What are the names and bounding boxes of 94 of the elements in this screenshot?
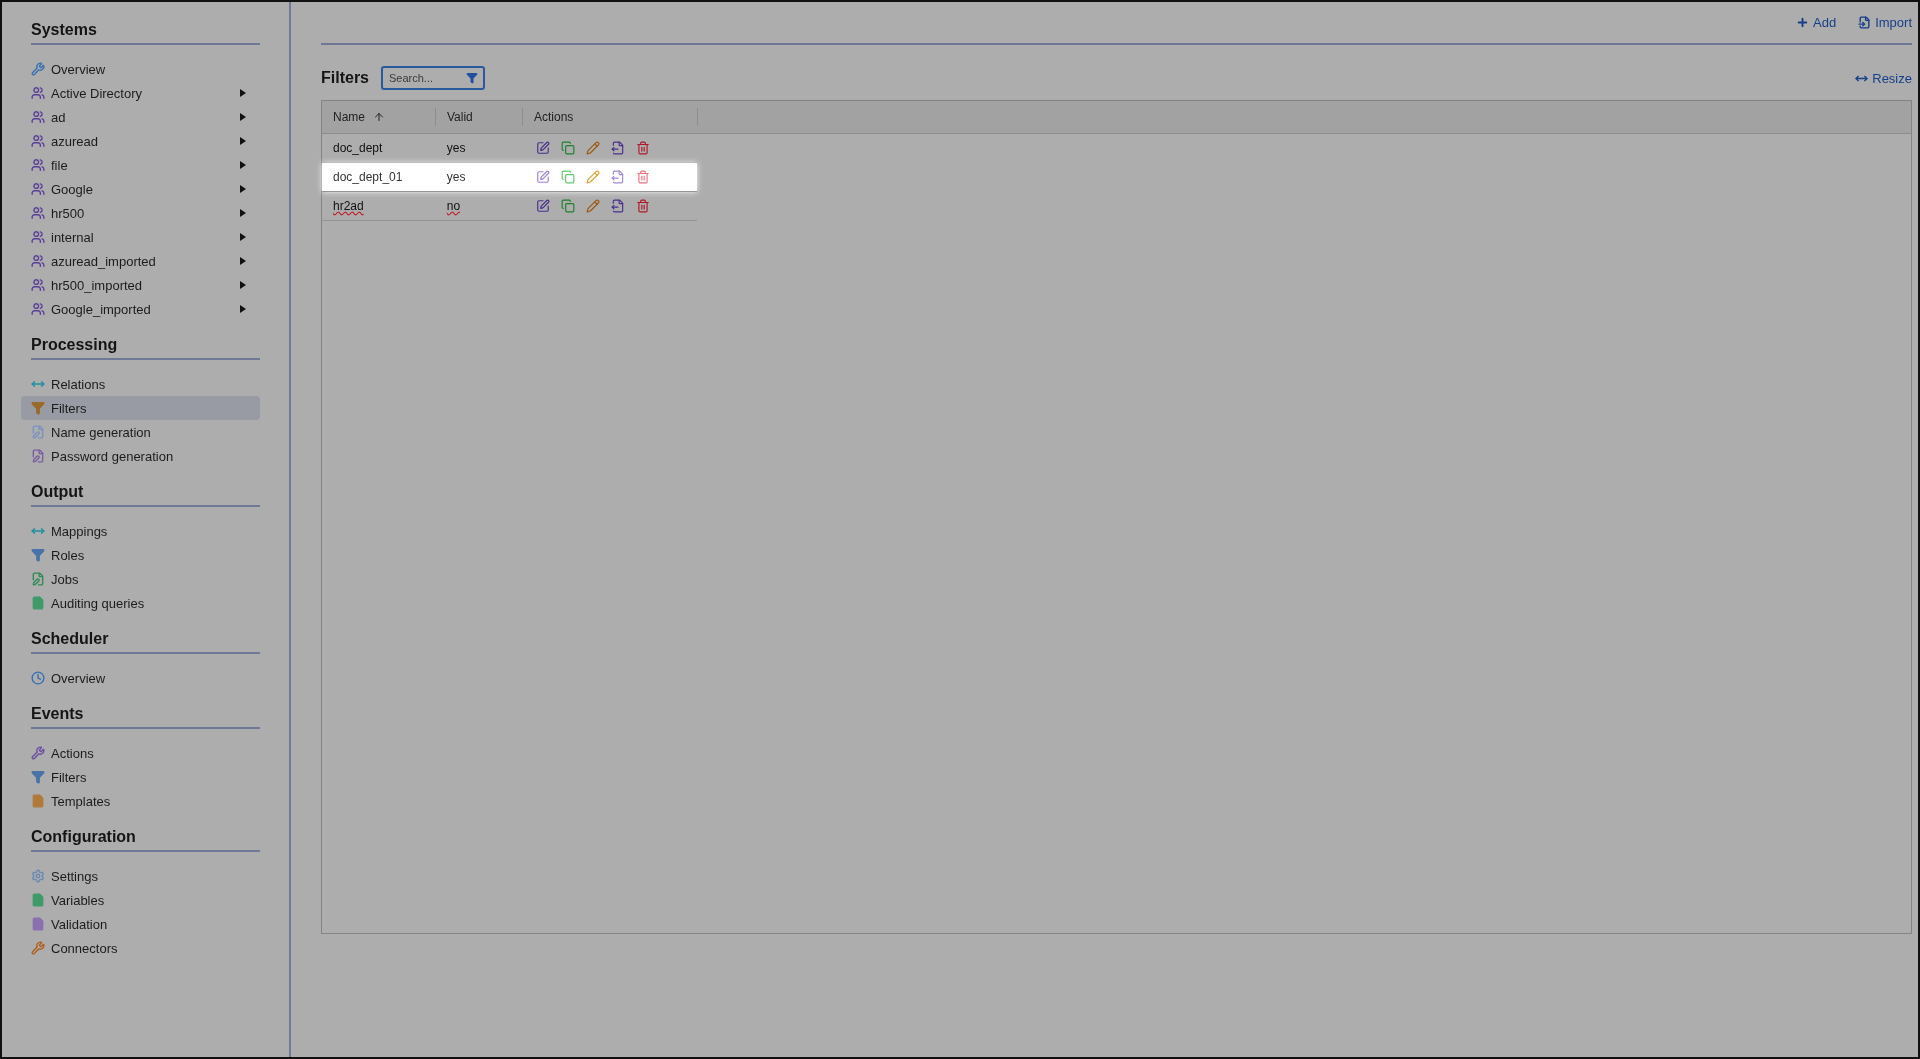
section-heading: Configuration: [31, 824, 260, 852]
pencil-button[interactable]: [586, 141, 601, 155]
sidebar-item[interactable]: hr500_imported: [21, 273, 260, 297]
trash-button[interactable]: [636, 170, 651, 184]
sidebar-item[interactable]: Filters: [21, 765, 260, 789]
sidebar-item[interactable]: Actions: [21, 741, 260, 765]
sidebar-label: Variables: [51, 892, 106, 908]
sidebar-label: Roles: [51, 547, 86, 563]
sidebar-label: Templates: [51, 793, 112, 809]
sidebar-item[interactable]: Google: [21, 177, 260, 201]
sidebar-label: Overview: [51, 61, 107, 77]
sidebar-item[interactable]: azuread: [21, 129, 260, 153]
sidebar-item[interactable]: Password generation: [21, 444, 260, 468]
sidebar-label: Actions: [51, 745, 95, 761]
page-title: Filters: [321, 69, 369, 87]
section-heading: Output: [31, 479, 260, 507]
sidebar-label: Validation: [51, 916, 109, 932]
table-row[interactable]: doc_dept_01 yes: [322, 163, 697, 192]
sidebar-item[interactable]: file: [21, 153, 260, 177]
sidebar-label: file: [51, 157, 69, 173]
column-header[interactable]: Actions: [523, 108, 698, 126]
resize-link[interactable]: Resize: [1855, 70, 1912, 86]
sidebar-label: azuread_imported: [51, 253, 157, 269]
sidebar-item[interactable]: Templates: [21, 789, 260, 813]
edit-button[interactable]: [536, 170, 551, 184]
sidebar-item[interactable]: internal: [21, 225, 260, 249]
import-link[interactable]: Import: [1858, 15, 1912, 30]
sidebar-label: Auditing queries: [51, 595, 146, 611]
sidebar-item[interactable]: Active Directory: [21, 81, 260, 105]
sidebar-item[interactable]: Auditing queries: [21, 591, 260, 615]
sidebar-item[interactable]: Jobs: [21, 567, 260, 591]
sidebar-label: Filters: [51, 400, 88, 416]
sidebar-item[interactable]: Overview: [21, 666, 260, 690]
sidebar-item[interactable]: Roles: [21, 543, 260, 567]
file-import-icon: [1858, 16, 1872, 29]
copy-button[interactable]: [561, 199, 576, 213]
section-heading: Scheduler: [31, 626, 260, 654]
sidebar-item[interactable]: azuread_imported: [21, 249, 260, 273]
sidebar-label: Google: [51, 181, 94, 197]
sidebar-item[interactable]: Google_imported: [21, 297, 260, 321]
sidebar-label: ad: [51, 109, 67, 125]
sidebar-item[interactable]: ad: [21, 105, 260, 129]
section-heading: Events: [31, 701, 260, 729]
add-link[interactable]: Add: [1796, 15, 1837, 30]
export-button[interactable]: [611, 170, 626, 184]
section-heading: Systems: [31, 17, 260, 45]
section-heading: Processing: [31, 332, 260, 360]
sidebar-label: Overview: [51, 670, 107, 686]
sidebar-item[interactable]: Settings: [21, 864, 260, 888]
pencil-button[interactable]: [586, 199, 601, 213]
plus-icon: [1796, 16, 1809, 29]
export-button[interactable]: [611, 199, 626, 213]
sidebar-label: Settings: [51, 868, 99, 884]
trash-button[interactable]: [636, 141, 651, 155]
column-header[interactable]: Valid: [436, 108, 523, 126]
sidebar-label: Password generation: [51, 448, 175, 464]
sidebar-label: Google_imported: [51, 301, 152, 317]
sidebar-item[interactable]: Overview: [21, 57, 260, 81]
sidebar-label: hr500: [51, 205, 86, 221]
sidebar-label: Mappings: [51, 523, 109, 539]
sidebar-label: Active Directory: [51, 85, 144, 101]
table-cell-text: no: [445, 199, 462, 213]
table-cell-text: doc_dept: [332, 141, 384, 155]
search-field[interactable]: Search...: [381, 66, 485, 90]
copy-button[interactable]: [561, 141, 576, 155]
sidebar-item[interactable]: Validation: [21, 912, 260, 936]
sidebar-item[interactable]: Connectors: [21, 936, 260, 960]
sidebar-label: azuread: [51, 133, 99, 149]
sidebar-label: Relations: [51, 376, 107, 392]
export-button[interactable]: [611, 141, 626, 155]
sidebar-label: Jobs: [51, 571, 80, 587]
sidebar-label: Filters: [51, 769, 88, 785]
pencil-button[interactable]: [586, 170, 601, 184]
edit-button[interactable]: [536, 199, 551, 213]
sidebar-item[interactable]: Name generation: [21, 420, 260, 444]
table-row[interactable]: hr2ad no: [322, 192, 697, 221]
sidebar-item[interactable]: Mappings: [21, 519, 260, 543]
table-cell-text: yes: [445, 141, 467, 155]
sidebar-item[interactable]: Variables: [21, 888, 260, 912]
sidebar-label: internal: [51, 229, 95, 245]
sidebar-label: hr500_imported: [51, 277, 144, 293]
edit-button[interactable]: [536, 141, 551, 155]
filter-icon: [466, 72, 478, 84]
sidebar-item[interactable]: Filters: [21, 396, 260, 420]
table-cell-text: doc_dept_01: [332, 170, 404, 184]
trash-button[interactable]: [636, 199, 651, 213]
sidebar-item[interactable]: Relations: [21, 372, 260, 396]
sidebar-item[interactable]: hr500: [21, 201, 260, 225]
sidebar-label: Connectors: [51, 940, 119, 956]
sidebar-label: Name generation: [51, 424, 152, 440]
table-cell-text: hr2ad: [332, 199, 365, 213]
table-cell-text: yes: [445, 170, 467, 184]
column-header[interactable]: Name: [322, 108, 436, 126]
copy-button[interactable]: [561, 170, 576, 184]
